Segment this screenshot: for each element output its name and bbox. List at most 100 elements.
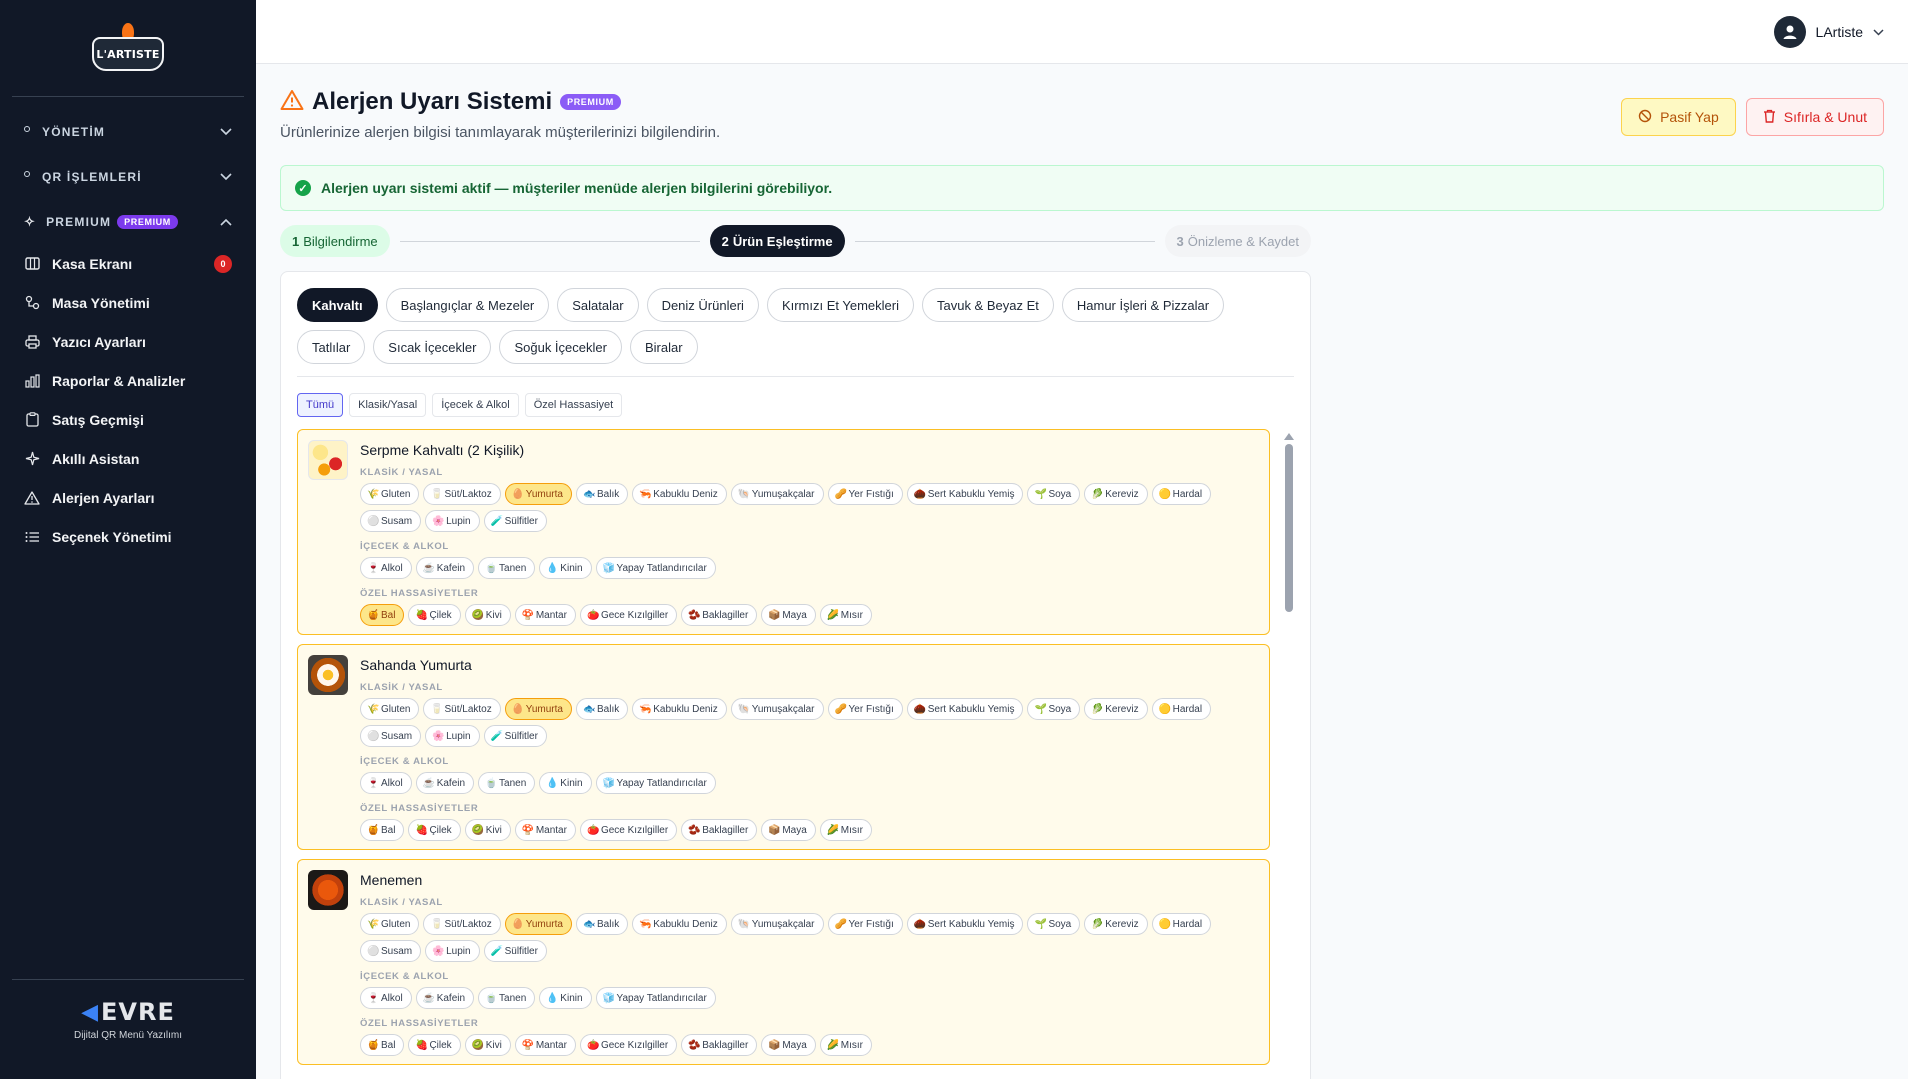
allergen-chip[interactable]: 🧪 Sülfitler [483,940,547,962]
sidebar-item-secenek[interactable]: Seçenek Yönetimi [12,517,244,556]
allergen-chip[interactable]: 🥜 Yer Fıstığı [827,913,903,935]
allergen-chip[interactable]: 💧 Kinin [539,987,592,1009]
allergen-chip[interactable]: 📦 Maya [761,819,816,841]
allergen-chip[interactable]: 🐟 Balık [575,913,629,935]
user-menu[interactable]: LArtiste [1773,15,1884,48]
allergen-chip[interactable]: ☕ Kafein [415,557,475,579]
allergen-chip[interactable]: 🍷 Alkol [360,987,412,1009]
allergen-chip[interactable]: 🌰 Sert Kabuklu Yemiş [906,483,1024,505]
allergen-chip[interactable]: 🥝 Kivi [464,819,511,841]
allergen-chip[interactable]: 🧊 Yapay Tatlandırıcılar [595,557,716,579]
allergen-chip[interactable]: 🥜 Yer Fıstığı [827,698,903,720]
allergen-chip[interactable]: 🍷 Alkol [360,772,412,794]
scrollbar[interactable] [1284,429,1294,989]
allergen-chip[interactable]: 🟡 Hardal [1151,913,1212,935]
allergen-chip[interactable]: 🍯 Bal [360,1034,405,1056]
category-tab[interactable]: Salatalar [557,288,639,322]
brand-logo[interactable]: L'ARTISTE [92,23,164,73]
allergen-chip[interactable]: 🌾 Gluten [360,913,420,935]
sidebar-item-masa[interactable]: Masa Yönetimi [12,283,244,322]
sidebar-item-alerjen[interactable]: Alerjen Ayarları [12,478,244,517]
allergen-chip[interactable]: 🥚 Yumurta [504,913,572,935]
allergen-chip[interactable]: 🥚 Yumurta [504,483,572,505]
allergen-chip[interactable]: 🌽 Mısır [819,1034,872,1056]
allergen-chip[interactable]: 🥚 Yumurta [504,698,572,720]
allergen-chip[interactable]: 💧 Kinin [539,557,592,579]
allergen-chip[interactable]: 🥝 Kivi [464,604,511,626]
allergen-chip[interactable]: 🥬 Kereviz [1084,483,1148,505]
allergen-chip[interactable]: 🥬 Kereviz [1084,913,1148,935]
category-tab[interactable]: Tavuk & Beyaz Et [921,288,1054,322]
nav-section-qr[interactable]: QR İŞLEMLERİ [12,154,244,199]
allergen-chip[interactable]: 🍅 Gece Kızılgiller [579,1034,678,1056]
allergen-chip[interactable]: 🌸 Lupin [425,725,480,747]
allergen-chip[interactable]: 🌾 Gluten [360,483,420,505]
allergen-chip[interactable]: 🌰 Sert Kabuklu Yemiş [906,698,1024,720]
allergen-chip[interactable]: 🐟 Balık [575,698,629,720]
allergen-chip[interactable]: 🥜 Yer Fıstığı [827,483,903,505]
allergen-chip[interactable]: 🍅 Gece Kızılgiller [579,819,678,841]
allergen-chip[interactable]: 🍓 Çilek [408,819,461,841]
category-tab[interactable]: Kahvaltı [297,288,378,322]
allergen-chip[interactable]: 🧪 Sülfitler [483,725,547,747]
allergen-chip[interactable]: 🌽 Mısır [819,604,872,626]
allergen-chip[interactable]: 🐚 Yumuşakçalar [730,913,824,935]
sidebar-item-satis[interactable]: Satış Geçmişi [12,400,244,439]
allergen-chip[interactable]: 🌱 Soya [1027,913,1081,935]
allergen-chip[interactable]: 📦 Maya [761,1034,816,1056]
step-2[interactable]: 2 Ürün Eşleştirme [709,225,845,257]
sidebar-item-asistan[interactable]: Akıllı Asistan [12,439,244,478]
allergen-chip[interactable]: 🥬 Kereviz [1084,698,1148,720]
allergen-chip[interactable]: 🦐 Kabuklu Deniz [632,913,727,935]
allergen-chip[interactable]: 🌸 Lupin [425,940,480,962]
scroll-up-arrow[interactable] [1284,433,1294,440]
allergen-chip[interactable]: ☕ Kafein [415,987,475,1009]
allergen-chip[interactable]: 🥛 Süt/Laktoz [423,698,501,720]
allergen-chip[interactable]: 🟡 Hardal [1151,698,1212,720]
evre-logo[interactable]: ◀ EVRE [81,998,175,1026]
allergen-chip[interactable]: 🍵 Tanen [478,987,536,1009]
sidebar-item-kasa[interactable]: Kasa Ekranı 0 [12,244,244,283]
allergen-chip[interactable]: 🫘 Baklagiller [681,604,758,626]
allergen-chip[interactable]: 🍄 Mantar [514,604,576,626]
sidebar-item-yazici[interactable]: Yazıcı Ayarları [12,322,244,361]
category-tab[interactable]: Tatlılar [297,330,366,364]
allergen-chip[interactable]: 🦐 Kabuklu Deniz [632,483,727,505]
allergen-chip[interactable]: 🌱 Soya [1027,698,1081,720]
allergen-chip[interactable]: 🐟 Balık [575,483,629,505]
filter-tab[interactable]: Klasik/Yasal [349,393,427,417]
filter-tab[interactable]: Özel Hassasiyet [524,393,623,417]
allergen-chip[interactable]: ⚪ Susam [360,725,422,747]
allergen-chip[interactable]: 📦 Maya [761,604,816,626]
allergen-chip[interactable]: ⚪ Susam [360,510,422,532]
allergen-chip[interactable]: 🍓 Çilek [408,1034,461,1056]
nav-section-premium[interactable]: ✧ PREMIUM PREMIUM [12,199,244,244]
reset-button[interactable]: Sıfırla & Unut [1745,98,1884,136]
allergen-chip[interactable]: 🍅 Gece Kızılgiller [579,604,678,626]
category-tab[interactable]: Biralar [629,330,698,364]
category-tab[interactable]: Deniz Ürünleri [646,288,759,322]
allergen-chip[interactable]: ☕ Kafein [415,772,475,794]
filter-tab[interactable]: Tümü [297,393,344,417]
allergen-chip[interactable]: ⚪ Susam [360,940,422,962]
allergen-chip[interactable]: 🍵 Tanen [478,557,536,579]
step-3[interactable]: 3 Önizleme & Kaydet [1164,225,1312,257]
nav-section-yonetim[interactable]: YÖNETİM [12,109,244,154]
allergen-chip[interactable]: 🫘 Baklagiller [681,1034,758,1056]
allergen-chip[interactable]: 🧊 Yapay Tatlandırıcılar [595,772,716,794]
category-tab[interactable]: Sıcak İçecekler [373,330,492,364]
allergen-chip[interactable]: 🍯 Bal [360,819,405,841]
category-tab[interactable]: Kırmızı Et Yemekleri [766,288,914,322]
allergen-chip[interactable]: 🐚 Yumuşakçalar [730,483,824,505]
allergen-chip[interactable]: 🥛 Süt/Laktoz [423,913,501,935]
allergen-chip[interactable]: 🟡 Hardal [1151,483,1212,505]
allergen-chip[interactable]: 🌰 Sert Kabuklu Yemiş [906,913,1024,935]
category-tab[interactable]: Soğuk İçecekler [499,330,622,364]
allergen-chip[interactable]: 🍵 Tanen [478,772,536,794]
allergen-chip[interactable]: 🍄 Mantar [514,1034,576,1056]
category-tab[interactable]: Başlangıçlar & Mezeler [385,288,550,322]
allergen-chip[interactable]: 🫘 Baklagiller [681,819,758,841]
allergen-chip[interactable]: 🧪 Sülfitler [483,510,547,532]
allergen-chip[interactable]: 🐚 Yumuşakçalar [730,698,824,720]
allergen-chip[interactable]: 🍓 Çilek [408,604,461,626]
